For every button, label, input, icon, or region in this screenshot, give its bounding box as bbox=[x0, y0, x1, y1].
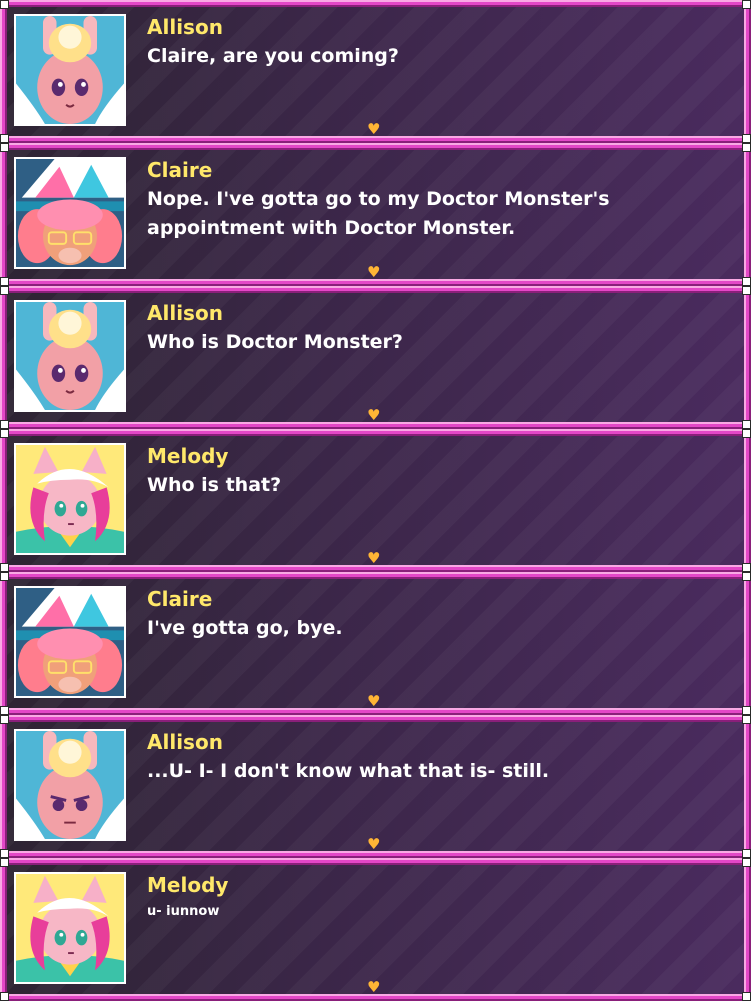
dialogue-text: Who is Doctor Monster? bbox=[147, 331, 403, 353]
frame-corner bbox=[742, 429, 751, 438]
dialogue-box[interactable]: Allison ...U- I- I don't know what that … bbox=[0, 715, 751, 858]
frame-rail bbox=[0, 429, 7, 572]
speaker-name: Claire bbox=[147, 158, 213, 182]
frame-corner bbox=[0, 429, 9, 438]
frame-corner bbox=[0, 277, 9, 286]
frame-corner bbox=[742, 420, 751, 429]
frame-rail bbox=[744, 429, 751, 572]
speaker-name: Allison bbox=[147, 15, 223, 39]
frame-rail bbox=[744, 715, 751, 858]
frame-rail bbox=[0, 858, 751, 865]
dialogue-log: Allison Claire, are you coming? ♥ Claire… bbox=[0, 0, 751, 1001]
character-portrait bbox=[14, 872, 126, 984]
frame-corner bbox=[742, 286, 751, 295]
dialogue-box[interactable]: Claire I've gotta go, bye. ♥ bbox=[0, 572, 751, 715]
heart-icon[interactable]: ♥ bbox=[367, 265, 380, 280]
frame-corner bbox=[0, 143, 9, 152]
portrait-image bbox=[16, 445, 124, 553]
character-portrait bbox=[14, 14, 126, 126]
heart-icon[interactable]: ♥ bbox=[367, 122, 380, 137]
heart-icon[interactable]: ♥ bbox=[367, 980, 380, 995]
frame-corner bbox=[742, 849, 751, 858]
frame-corner bbox=[742, 715, 751, 724]
frame-corner bbox=[742, 134, 751, 143]
frame-corner bbox=[0, 420, 9, 429]
frame-corner bbox=[742, 143, 751, 152]
frame-corner bbox=[0, 563, 9, 572]
portrait-image bbox=[16, 731, 124, 839]
speaker-name: Allison bbox=[147, 730, 223, 754]
dialogue-box[interactable]: Claire Nope. I've gotta go to my Doctor … bbox=[0, 143, 751, 286]
portrait-image bbox=[16, 302, 124, 410]
frame-corner bbox=[0, 0, 9, 9]
frame-rail bbox=[0, 143, 751, 150]
frame-rail bbox=[0, 572, 751, 579]
frame-rail bbox=[0, 715, 751, 722]
dialogue-text: Who is that? bbox=[147, 474, 282, 496]
dialogue-box[interactable]: Allison Who is Doctor Monster? ♥ bbox=[0, 286, 751, 429]
speaker-name: Allison bbox=[147, 301, 223, 325]
frame-corner bbox=[742, 0, 751, 9]
frame-corner bbox=[0, 849, 9, 858]
frame-rail bbox=[744, 143, 751, 286]
frame-corner bbox=[0, 858, 9, 867]
heart-icon[interactable]: ♥ bbox=[367, 837, 380, 852]
frame-rail bbox=[744, 572, 751, 715]
frame-rail bbox=[0, 429, 751, 436]
frame-corner bbox=[742, 572, 751, 581]
dialogue-text: I've gotta go, bye. bbox=[147, 617, 343, 639]
frame-rail bbox=[0, 286, 7, 429]
frame-rail bbox=[0, 0, 7, 143]
portrait-image bbox=[16, 159, 124, 267]
frame-corner bbox=[0, 572, 9, 581]
heart-icon[interactable]: ♥ bbox=[367, 408, 380, 423]
frame-corner bbox=[0, 134, 9, 143]
frame-rail bbox=[0, 858, 7, 1001]
speaker-name: Claire bbox=[147, 587, 213, 611]
speaker-name: Melody bbox=[147, 444, 229, 468]
heart-icon[interactable]: ♥ bbox=[367, 551, 380, 566]
frame-rail bbox=[0, 572, 7, 715]
dialogue-box[interactable]: Allison Claire, are you coming? ♥ bbox=[0, 0, 751, 143]
character-portrait bbox=[14, 729, 126, 841]
frame-corner bbox=[0, 286, 9, 295]
speaker-name: Melody bbox=[147, 873, 229, 897]
portrait-image bbox=[16, 874, 124, 982]
heart-icon[interactable]: ♥ bbox=[367, 694, 380, 709]
frame-corner bbox=[742, 277, 751, 286]
dialogue-box[interactable]: Melody Who is that? ♥ bbox=[0, 429, 751, 572]
frame-corner bbox=[742, 706, 751, 715]
frame-corner bbox=[742, 563, 751, 572]
frame-corner bbox=[742, 858, 751, 867]
frame-rail bbox=[744, 858, 751, 1001]
dialogue-text: Nope. I've gotta go to my Doctor Monster… bbox=[147, 188, 610, 239]
frame-rail bbox=[744, 0, 751, 143]
character-portrait bbox=[14, 586, 126, 698]
dialogue-text: Claire, are you coming? bbox=[147, 45, 399, 67]
frame-corner bbox=[0, 715, 9, 724]
dialogue-text: u- iunnow bbox=[147, 904, 220, 919]
frame-rail bbox=[0, 143, 7, 286]
character-portrait bbox=[14, 300, 126, 412]
dialogue-text: ...U- I- I don't know what that is- stil… bbox=[147, 760, 550, 782]
portrait-image bbox=[16, 16, 124, 124]
frame-rail bbox=[0, 0, 751, 7]
character-portrait bbox=[14, 157, 126, 269]
frame-corner bbox=[0, 706, 9, 715]
character-portrait bbox=[14, 443, 126, 555]
portrait-image bbox=[16, 588, 124, 696]
dialogue-box[interactable]: Melody u- iunnow ♥ bbox=[0, 858, 751, 1001]
frame-rail bbox=[744, 286, 751, 429]
frame-rail bbox=[0, 286, 751, 293]
frame-rail bbox=[0, 715, 7, 858]
